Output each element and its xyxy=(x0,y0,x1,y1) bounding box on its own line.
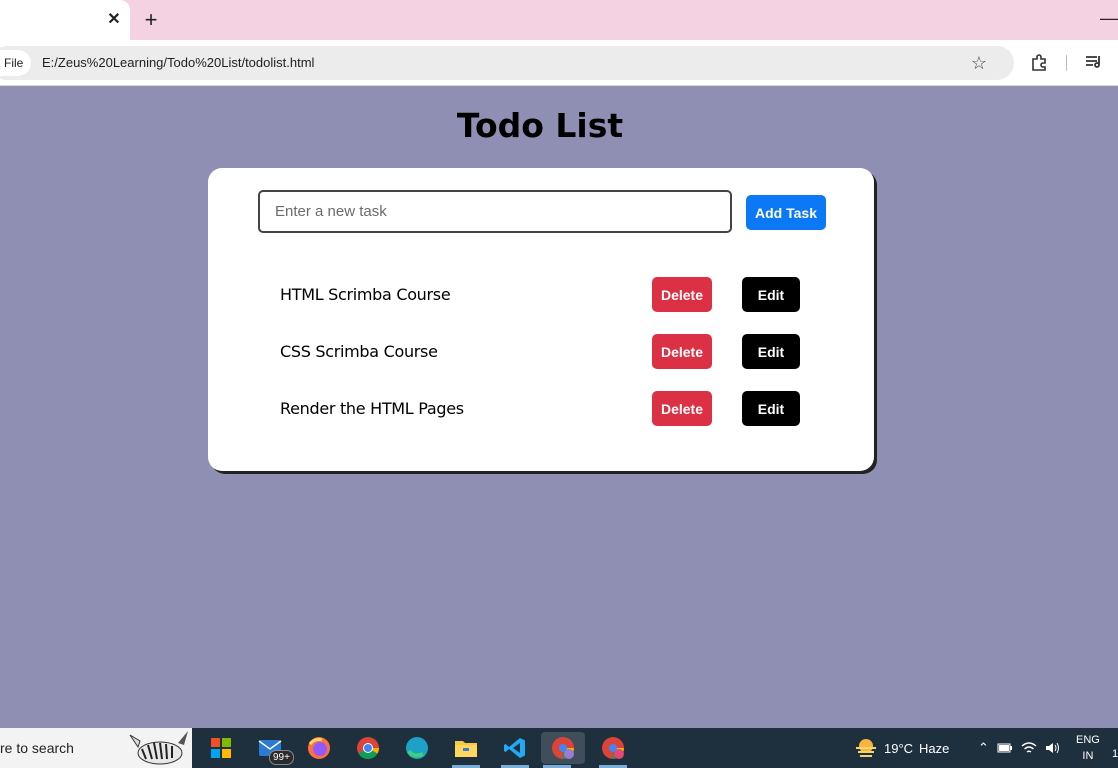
bookmark-star-icon[interactable]: ☆ xyxy=(968,52,990,74)
toolbar-divider xyxy=(1066,55,1067,71)
delete-button[interactable]: Delete xyxy=(652,277,712,312)
region-code: IN xyxy=(1082,750,1094,762)
taskbar-search-box[interactable]: re to search xyxy=(0,728,192,768)
url-text[interactable]: E:/Zeus%20Learning/Todo%20List/todolist.… xyxy=(42,46,314,80)
haze-icon xyxy=(856,739,876,757)
chrome-icon[interactable] xyxy=(352,732,384,764)
add-task-button[interactable]: Add Task xyxy=(746,195,826,230)
mail-badge: 99+ xyxy=(269,750,294,765)
task-row: HTML Scrimba Course Delete Edit xyxy=(280,277,810,312)
battery-icon[interactable] xyxy=(997,742,1013,754)
task-text: Render the HTML Pages xyxy=(280,399,464,418)
new-tab-icon[interactable]: + xyxy=(140,9,162,31)
extensions-icon[interactable] xyxy=(1030,52,1050,72)
page-title: Todo List xyxy=(456,106,624,145)
browser-toolbar: File E:/Zeus%20Learning/Todo%20List/todo… xyxy=(0,40,1118,86)
task-row: CSS Scrimba Course Delete Edit xyxy=(280,334,810,369)
new-task-input[interactable] xyxy=(258,190,732,233)
windows-taskbar: re to search 99+ 19°C Haze ⌃ ENG IN 1 xyxy=(0,728,1118,768)
address-bar[interactable]: File E:/Zeus%20Learning/Todo%20List/todo… xyxy=(0,46,1014,80)
edit-button[interactable]: Edit xyxy=(742,277,800,312)
media-control-icon[interactable] xyxy=(1084,52,1104,72)
search-highlight-zebra-icon xyxy=(129,731,188,765)
system-tray: ⌃ xyxy=(978,738,1061,758)
edit-button[interactable]: Edit xyxy=(742,391,800,426)
task-text: CSS Scrimba Course xyxy=(280,342,438,361)
weather-temperature: 19°C xyxy=(884,740,914,756)
mail-icon[interactable]: 99+ xyxy=(255,732,294,765)
edge-icon[interactable] xyxy=(401,732,433,764)
chrome-profile-icon[interactable] xyxy=(541,732,585,768)
edit-button[interactable]: Edit xyxy=(742,334,800,369)
search-placeholder: re to search xyxy=(0,740,74,756)
volume-icon[interactable] xyxy=(1045,741,1061,755)
delete-button[interactable]: Delete xyxy=(652,391,712,426)
firefox-icon[interactable] xyxy=(303,732,335,764)
browser-tab-strip: ✕ + — xyxy=(0,0,1118,40)
chrome-profile-k-icon[interactable] xyxy=(597,732,629,768)
weather-description: Haze xyxy=(919,740,950,756)
windows-start-icon[interactable] xyxy=(205,732,237,764)
tab-close-icon[interactable]: ✕ xyxy=(104,10,124,30)
file-scheme-chip[interactable]: File xyxy=(0,50,32,76)
delete-button[interactable]: Delete xyxy=(652,334,712,369)
browser-tab[interactable]: ✕ xyxy=(0,0,130,40)
wifi-icon[interactable] xyxy=(1021,741,1037,755)
window-minimize-icon[interactable]: — xyxy=(1100,8,1118,30)
weather-widget[interactable]: 19°C Haze xyxy=(854,736,949,760)
clock-text[interactable]: 1 xyxy=(1112,748,1118,760)
todo-card: Add Task HTML Scrimba Course Delete Edit… xyxy=(208,168,874,471)
vscode-icon[interactable] xyxy=(499,732,531,768)
file-explorer-icon[interactable] xyxy=(450,732,482,768)
language-code: ENG xyxy=(1076,734,1100,746)
task-text: HTML Scrimba Course xyxy=(280,285,451,304)
chevron-up-icon[interactable]: ⌃ xyxy=(978,740,989,756)
task-row: Render the HTML Pages Delete Edit xyxy=(280,391,810,426)
language-indicator[interactable]: ENG IN xyxy=(1076,732,1100,764)
